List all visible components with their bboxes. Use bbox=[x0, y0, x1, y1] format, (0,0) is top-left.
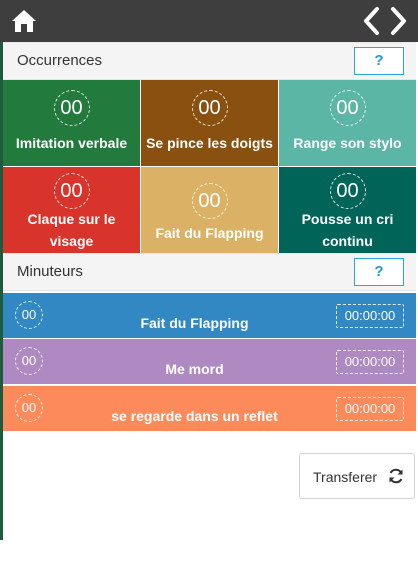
timer-row[interactable]: 00 Me mord 00:00:00 bbox=[3, 339, 416, 384]
timer-label: se regarde dans un reflet bbox=[111, 408, 278, 424]
timer-row[interactable]: 00 Fait du Flapping 00:00:00 bbox=[3, 293, 416, 338]
occurrences-header: Occurrences ? bbox=[3, 42, 416, 80]
home-icon bbox=[12, 10, 36, 32]
occurrence-label: Se pince les doigts bbox=[146, 135, 273, 151]
transfer-button[interactable]: Transferer bbox=[299, 453, 415, 499]
timer-counter: 00 bbox=[15, 394, 43, 422]
timer-time: 00:00:00 bbox=[336, 304, 404, 328]
home-button[interactable] bbox=[11, 8, 37, 34]
timer-label: Fait du Flapping bbox=[140, 315, 249, 331]
occurrence-counter: 00 bbox=[53, 173, 90, 209]
timer-row[interactable]: 00 se regarde dans un reflet 00:00:00 bbox=[3, 386, 416, 431]
timers-header: Minuteurs ? bbox=[3, 253, 416, 291]
timers-title: Minuteurs bbox=[17, 263, 83, 280]
occurrence-tile[interactable]: 00 Imitation verbale bbox=[3, 80, 140, 166]
timer-label: Me mord bbox=[165, 361, 224, 377]
timer-time: 00:00:00 bbox=[336, 397, 404, 421]
occurrences-help-button[interactable]: ? bbox=[354, 47, 404, 75]
occurrence-counter: 00 bbox=[53, 90, 90, 126]
timer-counter: 00 bbox=[15, 301, 43, 329]
occurrence-label: Range son stylo bbox=[293, 135, 402, 151]
occurrence-tile[interactable]: 00 Fait du Flapping bbox=[141, 167, 278, 253]
occurrence-counter: 00 bbox=[191, 90, 228, 126]
timers-help-button[interactable]: ? bbox=[354, 258, 404, 286]
occurrence-label: Pousse un cri continu bbox=[301, 211, 394, 249]
occurrence-counter: 00 bbox=[329, 173, 366, 209]
timer-time: 00:00:00 bbox=[336, 350, 404, 374]
occurrence-label: Claque sur le visage bbox=[27, 211, 116, 249]
occurrence-label: Fait du Flapping bbox=[155, 225, 264, 241]
timer-counter: 00 bbox=[15, 347, 43, 375]
code-brackets-icon bbox=[364, 7, 406, 35]
occurrence-label: Imitation verbale bbox=[15, 135, 128, 151]
occurrence-tile[interactable]: 00 Claque sur le visage bbox=[3, 167, 140, 253]
occurrence-counter: 00 bbox=[329, 90, 366, 126]
occurrence-tile[interactable]: 00 Pousse un cri continu bbox=[279, 167, 416, 253]
occurrence-tile[interactable]: 00 Se pince les doigts bbox=[141, 80, 278, 166]
occurrences-title: Occurrences bbox=[17, 52, 103, 69]
refresh-icon bbox=[389, 468, 403, 484]
occurrence-counter: 00 bbox=[191, 183, 228, 219]
transfer-label: Transferer bbox=[313, 469, 378, 485]
top-bar bbox=[0, 0, 418, 42]
occurrence-tile[interactable]: 00 Range son stylo bbox=[279, 80, 416, 166]
code-nav-button[interactable] bbox=[362, 6, 408, 36]
